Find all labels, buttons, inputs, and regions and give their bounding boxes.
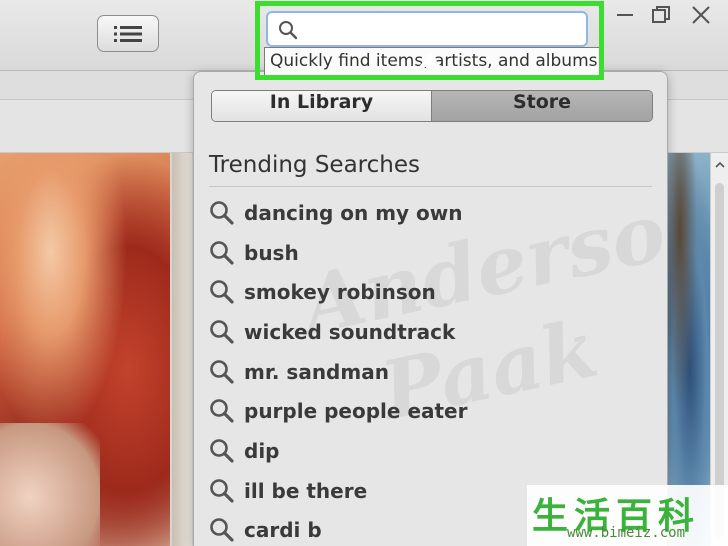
trending-item[interactable]: ill be there (209, 471, 468, 511)
trending-item[interactable]: mr. sandman (209, 352, 468, 392)
list-view-button[interactable] (97, 15, 159, 52)
search-icon (210, 359, 234, 384)
trending-item[interactable]: dip (209, 431, 468, 471)
trending-item[interactable]: dancing on my own (209, 193, 468, 233)
close-icon[interactable] (690, 4, 712, 26)
search-icon (210, 399, 234, 423)
search-icon (210, 439, 234, 463)
list-icon (114, 26, 142, 42)
tab-store[interactable]: Store (432, 91, 652, 121)
restore-icon[interactable] (650, 4, 672, 26)
search-icon (210, 320, 234, 344)
search-icon (210, 478, 234, 503)
chevron-up-icon[interactable] (715, 161, 725, 168)
trending-item[interactable]: bush (209, 233, 468, 273)
trending-item[interactable]: cardi b (209, 511, 468, 546)
trending-item-label: dancing on my own (244, 200, 463, 225)
search-icon (210, 240, 234, 265)
trending-item-label: ill be there (244, 478, 368, 503)
trending-item-label: bush (244, 240, 299, 265)
trending-item[interactable]: wicked soundtrack (209, 312, 468, 352)
tab-in-library[interactable]: In Library (212, 91, 432, 121)
trending-list: dancing on my own bush smokey robinson w… (209, 193, 468, 546)
trending-item-label: wicked soundtrack (244, 319, 456, 344)
trending-item-label: smokey robinson (244, 280, 436, 305)
scope-segmented-control: In Library Store (211, 90, 653, 122)
watermark-url: www.bimeiz.com (567, 525, 686, 541)
trending-item-label: mr. sandman (244, 359, 389, 384)
minimize-icon[interactable] (614, 4, 636, 26)
trending-item-label: cardi b (244, 518, 322, 543)
search-icon (210, 280, 234, 304)
album-artwork-left[interactable] (0, 153, 170, 546)
search-popover: Anderson Paak In Library Store Trending … (193, 71, 668, 546)
trending-item[interactable]: purple people eater (209, 391, 468, 431)
trending-divider (209, 186, 652, 187)
trending-item-label: purple people eater (244, 399, 468, 424)
tooltip-pointer (419, 52, 441, 67)
trending-searches-heading: Trending Searches (209, 152, 420, 178)
trending-item[interactable]: smokey robinson (209, 272, 468, 312)
content-divider (172, 153, 192, 546)
trending-item-label: dip (244, 438, 280, 463)
site-watermark-logo: 生活百科 www.bimeiz.com (527, 485, 728, 546)
search-icon (210, 201, 234, 225)
search-icon (210, 518, 234, 542)
search-highlight-box (255, 1, 604, 80)
